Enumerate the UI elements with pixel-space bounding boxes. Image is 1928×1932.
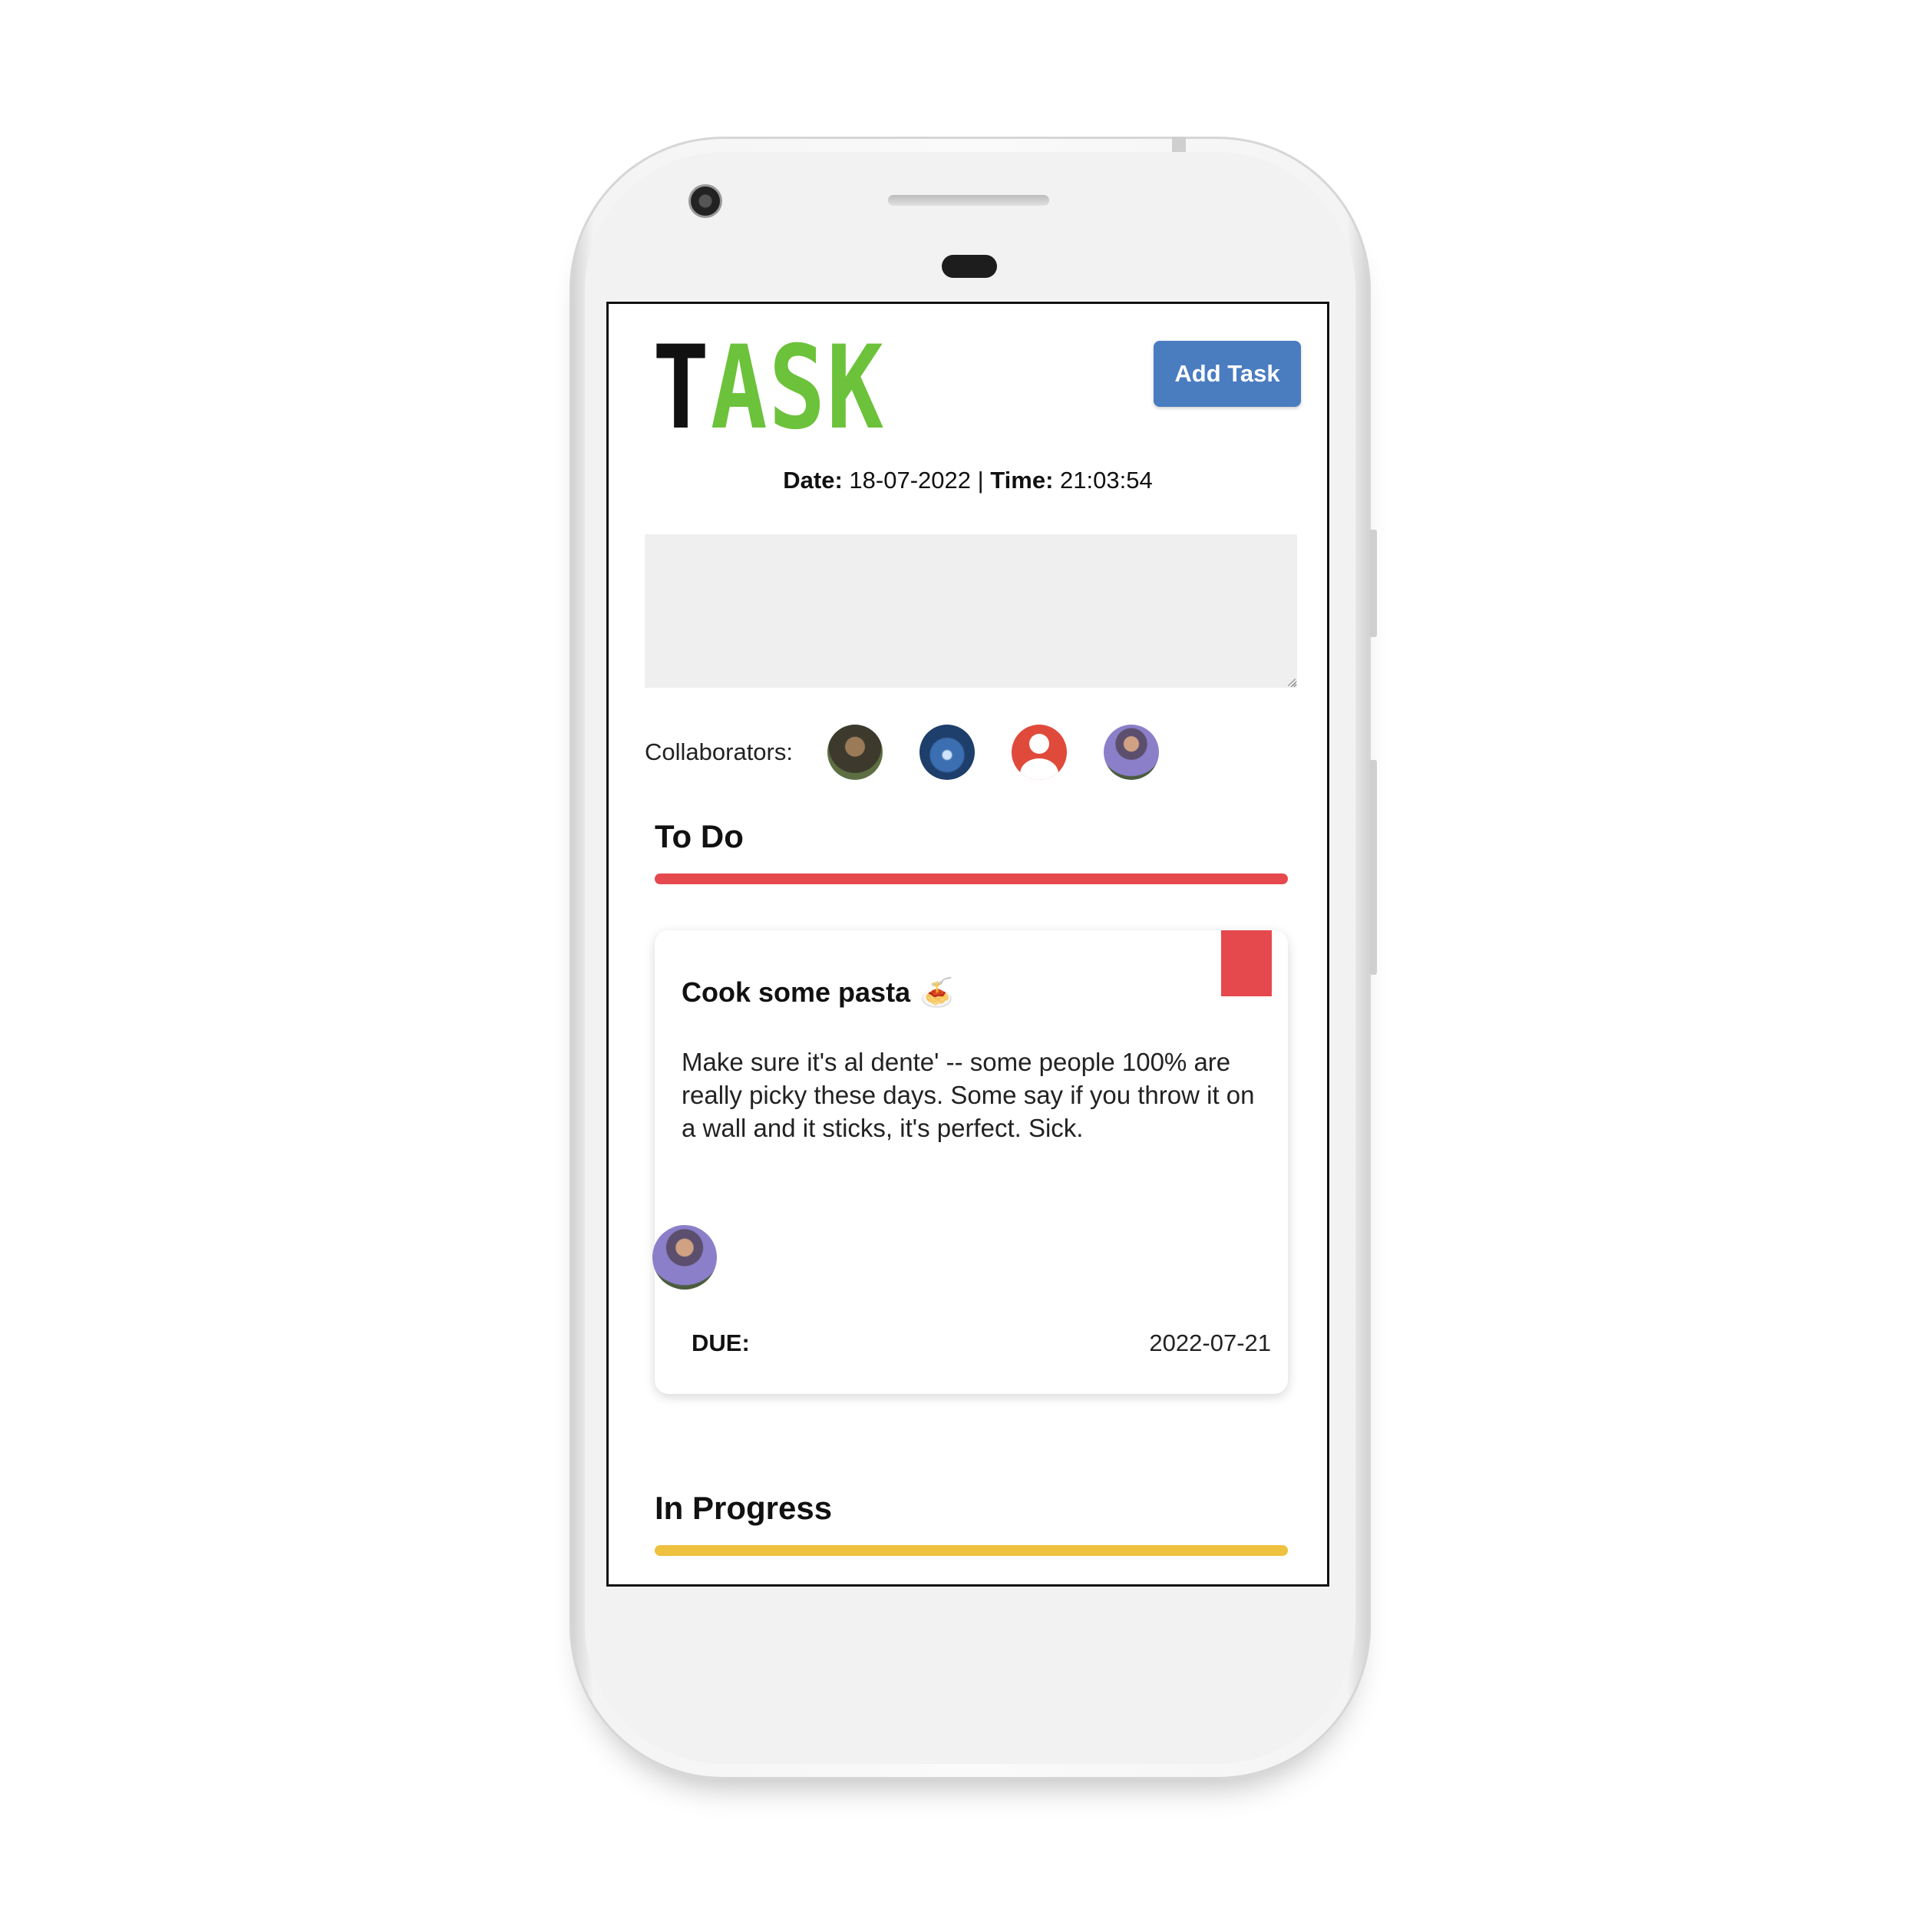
task-title: Cook some pasta 🍝 [682, 976, 954, 1009]
front-camera-icon [688, 184, 722, 218]
collaborator-avatar[interactable] [827, 725, 883, 780]
phone-side-button-volume [1369, 760, 1377, 975]
add-task-button[interactable]: Add Task [1154, 341, 1301, 407]
collaborators-label: Collaborators: [645, 738, 793, 765]
speaker-grille [888, 195, 1049, 206]
todo-column-title: To Do [655, 818, 744, 854]
time-label: Time: [990, 467, 1054, 494]
task-title-text: Cook some pasta [682, 976, 911, 1008]
in-progress-column-divider [655, 1545, 1288, 1556]
due-label: DUE: [692, 1329, 750, 1356]
collaborator-avatar-default-user-icon[interactable] [1012, 725, 1067, 780]
todo-column-divider [655, 874, 1288, 884]
task-description: Make sure it's al dente' -- some people … [682, 1048, 1255, 1142]
task-input-textarea[interactable] [645, 534, 1297, 688]
time-value: 21:03:54 [1060, 467, 1153, 494]
date-time-readout: Date: 18-07-2022 | Time: 21:03:54 [609, 467, 1327, 494]
pasta-emoji-icon: 🍝 [919, 976, 954, 1008]
collaborator-avatar[interactable] [1104, 725, 1159, 780]
task-card[interactable]: Cook some pasta 🍝 Make sure it's al dente… [655, 930, 1288, 1394]
logo-letter-t: T [652, 322, 711, 455]
user-head-shape [1029, 734, 1049, 754]
collaborator-avatar[interactable] [919, 725, 975, 780]
logo-letters-ask: ASK [710, 322, 885, 455]
date-time-separator: | [977, 467, 984, 494]
phone-top-button [1172, 137, 1186, 152]
user-body-shape [1020, 758, 1058, 780]
phone-side-button-top [1369, 530, 1377, 637]
priority-flag [1221, 930, 1272, 996]
assignee-avatar[interactable] [652, 1225, 717, 1290]
task-logo: TASK [652, 331, 885, 446]
due-date: 2022-07-21 [1149, 1329, 1271, 1356]
textarea-resize-handle[interactable] [1288, 679, 1296, 686]
date-label: Date: [783, 467, 843, 494]
date-value: 18-07-2022 [849, 467, 971, 494]
app-screen: TASK Add Task Date: 18-07-2022 | Time: 2… [606, 302, 1329, 1587]
proximity-sensor [942, 255, 997, 278]
in-progress-column-title: In Progress [655, 1490, 833, 1526]
